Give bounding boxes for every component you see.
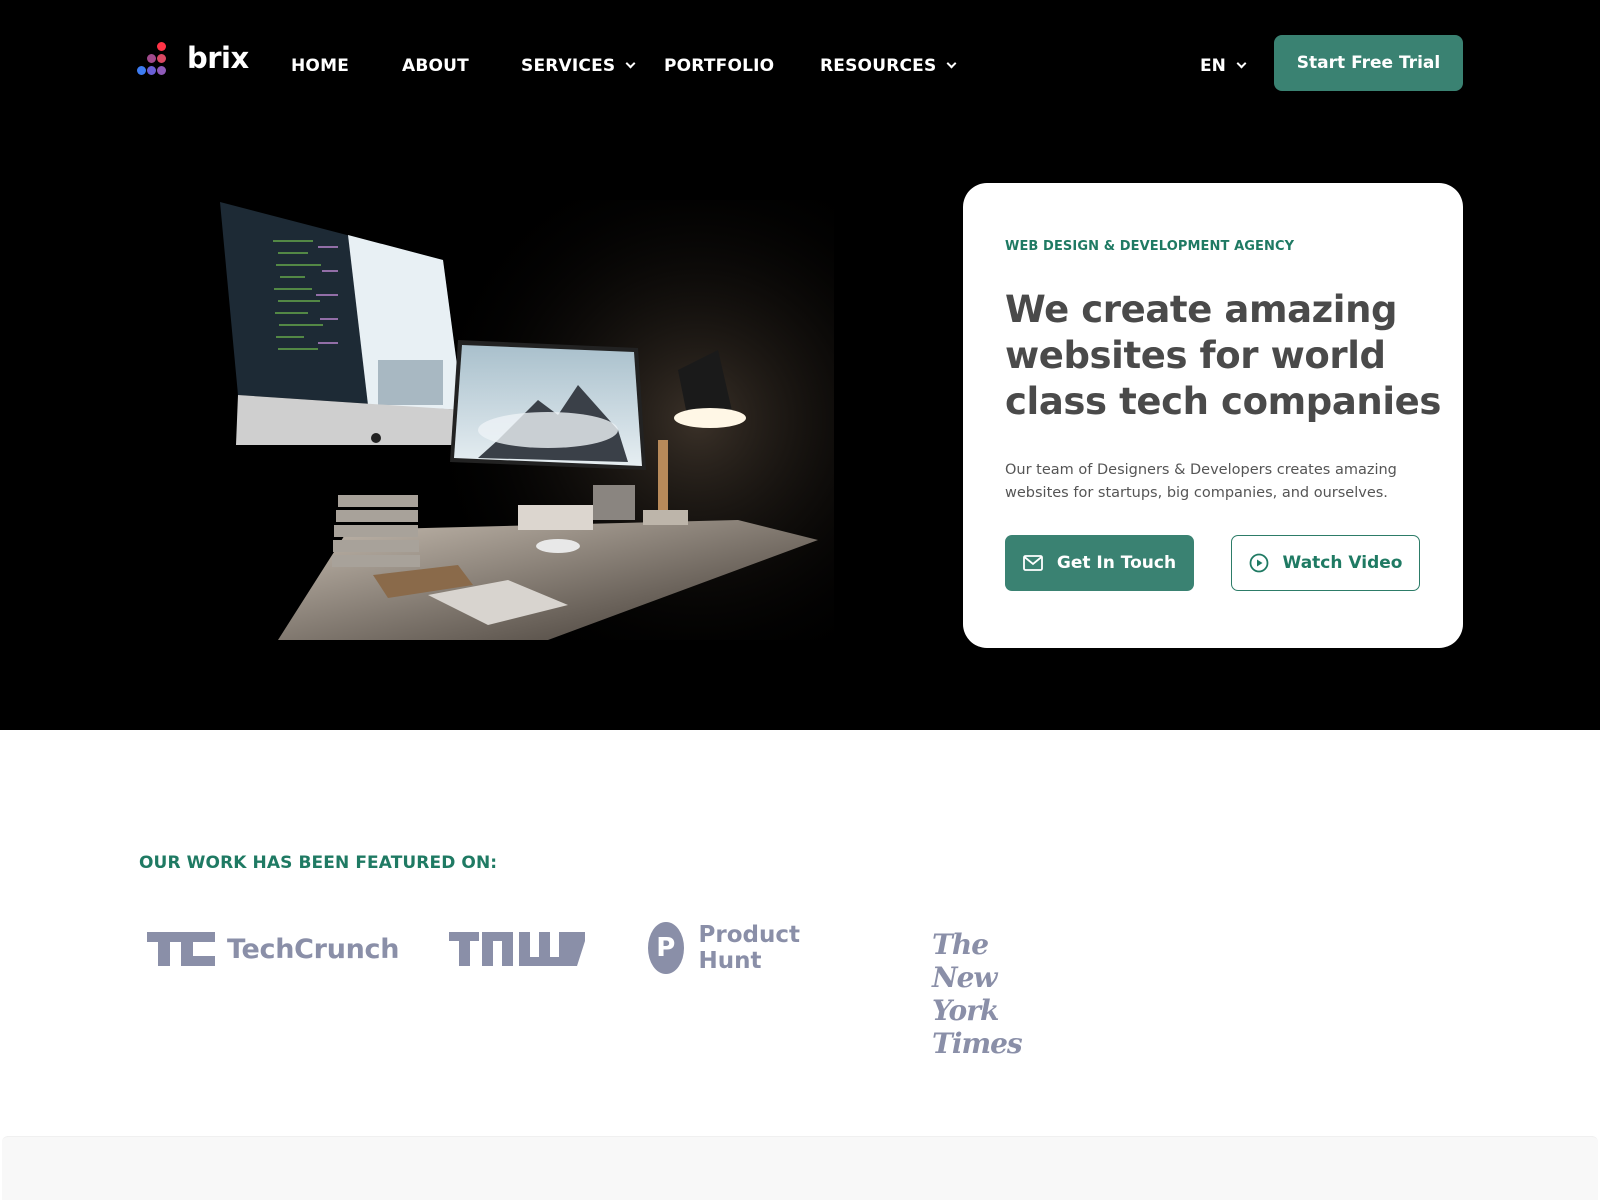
- hero-image: [218, 200, 834, 640]
- nav-services[interactable]: SERVICES: [521, 56, 636, 76]
- nav-home[interactable]: HOME: [291, 56, 349, 76]
- nyt-label: The New York Times: [932, 928, 1023, 1060]
- featured-title: OUR WORK HAS BEEN FEATURED ON:: [139, 853, 498, 873]
- nyt-logo[interactable]: The New York Times: [932, 928, 1023, 1060]
- watch-video-label: Watch Video: [1282, 553, 1403, 573]
- product-hunt-label: Product Hunt: [698, 922, 801, 974]
- logo-dot: [157, 66, 166, 75]
- get-in-touch-label: Get In Touch: [1056, 553, 1177, 573]
- hero-section: brix HOME ABOUT SERVICES PORTFOLIO RESOU…: [0, 0, 1600, 730]
- techcrunch-logo[interactable]: TechCrunch: [147, 932, 399, 966]
- logo-dot: [137, 66, 146, 75]
- chevron-down-icon: [946, 58, 957, 69]
- nav-portfolio-label: PORTFOLIO: [664, 56, 775, 76]
- desk-setup-illustration: [218, 200, 834, 640]
- nav-resources-label: RESOURCES: [820, 56, 937, 76]
- language-selector[interactable]: EN: [1200, 56, 1247, 76]
- chevron-down-icon: [1236, 58, 1247, 69]
- logo-dot: [147, 66, 156, 75]
- start-free-trial-button[interactable]: Start Free Trial: [1274, 35, 1463, 91]
- product-hunt-mark-icon: P: [648, 922, 684, 974]
- nav-portfolio[interactable]: PORTFOLIO: [664, 56, 774, 76]
- language-label: EN: [1200, 56, 1226, 76]
- product-hunt-logo[interactable]: P Product Hunt: [648, 922, 816, 974]
- logo-dot: [157, 54, 166, 63]
- chevron-down-icon: [625, 58, 636, 69]
- nav-home-label: HOME: [291, 56, 350, 76]
- techcrunch-label: TechCrunch: [227, 933, 400, 965]
- tnw-logo[interactable]: [449, 932, 585, 966]
- play-circle-icon: [1249, 553, 1268, 573]
- logo-dot: [157, 42, 166, 51]
- nav-services-label: SERVICES: [521, 56, 616, 76]
- hero-headline: We create amazing websites for world cla…: [1005, 288, 1441, 423]
- tnw-mark-icon: [449, 932, 585, 966]
- hero-description: Our team of Designers & Developers creat…: [1005, 462, 1397, 501]
- mail-icon: [1023, 555, 1043, 571]
- nav-about[interactable]: ABOUT: [402, 56, 469, 76]
- nav-about-label: ABOUT: [402, 56, 469, 76]
- brand-logo[interactable]: brix: [137, 38, 249, 78]
- hero-eyebrow: WEB DESIGN & DEVELOPMENT AGENCY: [1005, 239, 1295, 254]
- get-in-touch-button[interactable]: Get In Touch: [1005, 535, 1194, 591]
- watch-video-button[interactable]: Watch Video: [1231, 535, 1420, 591]
- logo-dot: [147, 54, 156, 63]
- techcrunch-mark-icon: [147, 932, 215, 966]
- next-section: [2, 1136, 1598, 1200]
- brand-name: brix: [187, 40, 249, 75]
- nav-resources[interactable]: RESOURCES: [820, 56, 957, 76]
- brix-logo-icon: [137, 40, 175, 76]
- hero-card: WEB DESIGN & DEVELOPMENT AGENCY We creat…: [963, 183, 1463, 648]
